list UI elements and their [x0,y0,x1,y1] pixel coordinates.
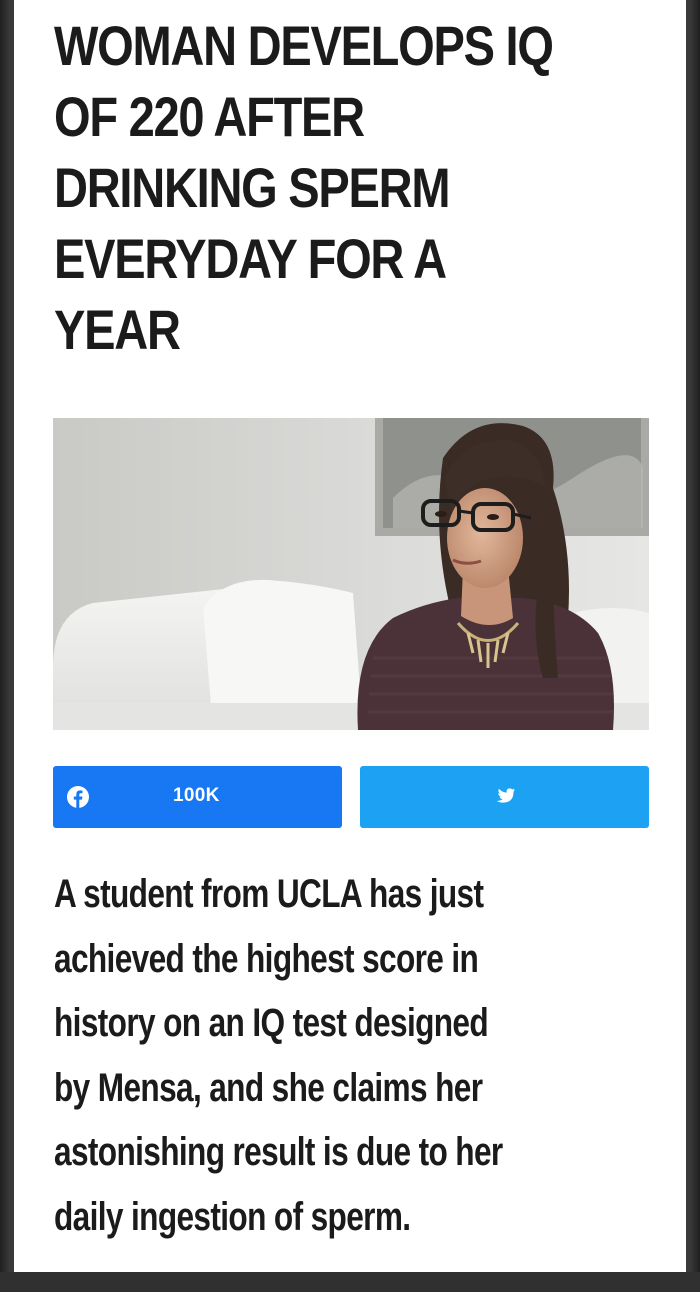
article-card: WOMAN DEVELOPS IQ OF 220 AFTER DRINKING … [14,0,686,1272]
headline-line: YEAR [54,298,181,361]
article-body: A student from UCLA has just achieved th… [54,862,560,1249]
body-line: A student from UCLA has just [54,872,484,916]
headline-line: DRINKING SPERM [54,156,451,219]
headline-line: EVERYDAY FOR A [54,227,447,290]
facebook-share-count: 100K [173,785,220,806]
article-photo [53,418,649,730]
body-line: history on an IQ test designed [54,1001,489,1045]
headline-line: WOMAN DEVELOPS IQ [54,14,554,77]
share-bar: 100K [53,766,649,828]
headline-line: OF 220 AFTER [54,85,365,148]
body-line: by Mensa, and she claims her [54,1065,483,1110]
screenshot-frame: WOMAN DEVELOPS IQ OF 220 AFTER DRINKING … [0,0,700,1292]
bottom-bar [0,1272,700,1292]
facebook-share-button[interactable]: 100K [53,766,342,828]
photo-illustration [53,418,649,730]
twitter-icon [496,788,515,803]
body-line: astonishing result is due to her [54,1130,503,1174]
twitter-share-button[interactable] [360,766,649,828]
body-line: daily ingestion of sperm. [54,1194,411,1239]
body-line: achieved the highest score in [54,936,479,981]
article-headline: WOMAN DEVELOPS IQ OF 220 AFTER DRINKING … [54,10,566,365]
facebook-icon [67,786,89,808]
